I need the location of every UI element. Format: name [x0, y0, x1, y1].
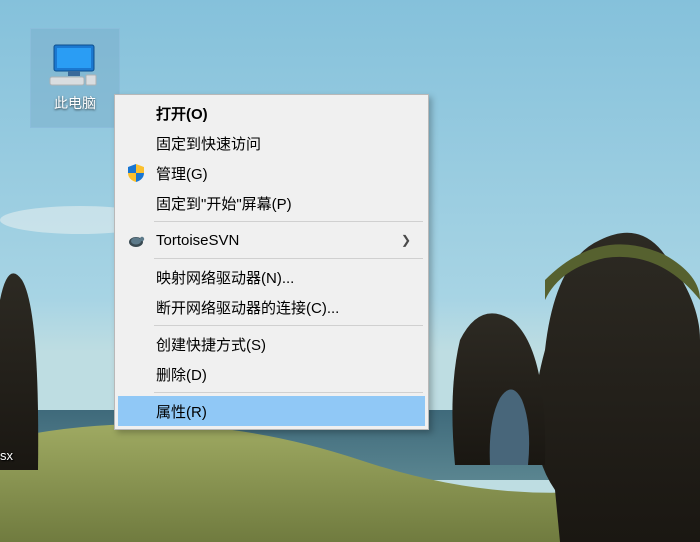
menu-separator	[154, 392, 423, 393]
menu-item-create-shortcut[interactable]: 创建快捷方式(S)	[118, 329, 425, 359]
submenu-arrow-icon: ❯	[401, 233, 411, 247]
desktop-label-sx: sx	[0, 448, 13, 463]
context-menu: 打开(O) 固定到快速访问 管理(G) 固定到"开始"屏幕(P)	[114, 94, 429, 430]
menu-item-label: 固定到快速访问	[156, 133, 261, 154]
menu-item-properties[interactable]: 属性(R)	[118, 396, 425, 426]
menu-item-pin-start[interactable]: 固定到"开始"屏幕(P)	[118, 188, 425, 218]
menu-separator	[154, 258, 423, 259]
this-pc-icon	[48, 43, 102, 87]
uac-shield-icon	[126, 163, 146, 183]
menu-item-label: 映射网络驱动器(N)...	[156, 267, 294, 288]
menu-item-label: 固定到"开始"屏幕(P)	[156, 193, 292, 214]
menu-item-label: 打开(O)	[156, 103, 208, 124]
menu-item-manage[interactable]: 管理(G)	[118, 158, 425, 188]
menu-item-disconnect-network-drive[interactable]: 断开网络驱动器的连接(C)...	[118, 292, 425, 322]
desktop-icon-label: 此电脑	[54, 93, 96, 113]
menu-separator	[154, 325, 423, 326]
menu-item-label: 断开网络驱动器的连接(C)...	[156, 297, 339, 318]
menu-separator	[154, 221, 423, 222]
menu-item-pin-quickaccess[interactable]: 固定到快速访问	[118, 128, 425, 158]
menu-item-delete[interactable]: 删除(D)	[118, 359, 425, 389]
menu-item-map-network-drive[interactable]: 映射网络驱动器(N)...	[118, 262, 425, 292]
menu-item-tortoisesvn[interactable]: TortoiseSVN ❯	[118, 225, 425, 255]
menu-item-label: 属性(R)	[156, 401, 207, 422]
desktop-icon-this-pc[interactable]: 此电脑	[30, 28, 120, 128]
menu-item-label: 创建快捷方式(S)	[156, 334, 266, 355]
menu-item-label: 管理(G)	[156, 163, 208, 184]
menu-item-label: TortoiseSVN	[156, 232, 239, 249]
menu-item-open[interactable]: 打开(O)	[118, 98, 425, 128]
menu-item-label: 删除(D)	[156, 364, 207, 385]
tortoisesvn-icon	[126, 230, 146, 250]
